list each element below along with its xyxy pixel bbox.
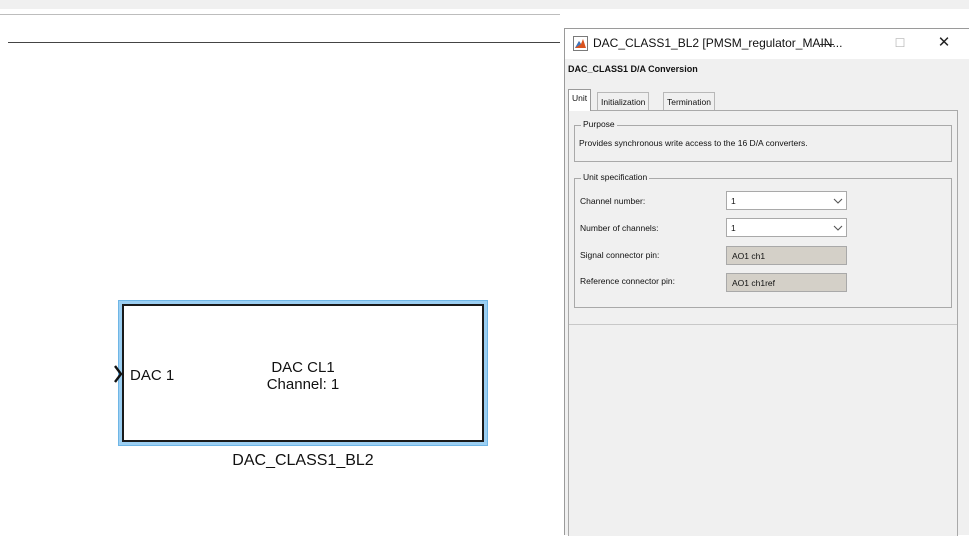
chevron-down-icon — [833, 225, 843, 231]
block-description: DAC CL1 Channel: 1 — [124, 359, 482, 393]
purpose-legend: Purpose — [581, 119, 617, 129]
unit-spec-legend: Unit specification — [581, 172, 650, 182]
tab-initialization[interactable]: Initialization — [597, 92, 650, 111]
channel-number-value: 1 — [731, 196, 736, 206]
matlab-icon — [573, 36, 588, 51]
reference-connector-pin-value: AO1 ch1ref — [732, 278, 775, 288]
unit-specification-group: Unit specification Channel number: 1 Num… — [574, 172, 952, 308]
close-button[interactable]: ✕ — [929, 30, 959, 56]
number-of-channels-select[interactable]: 1 — [726, 218, 847, 237]
number-of-channels-value: 1 — [731, 223, 736, 233]
signal-connector-pin-value: AO1 ch1 — [732, 251, 766, 261]
block-name[interactable]: DAC_CLASS1_BL2 — [118, 452, 488, 470]
dialog-titlebar[interactable]: DAC_CLASS1_BL2 [PMSM_regulator_MAIN... —… — [565, 29, 969, 59]
block-parameters-dialog: DAC_CLASS1_BL2 [PMSM_regulator_MAIN... —… — [564, 28, 969, 536]
maximize-button[interactable]: ☐ — [885, 30, 915, 56]
input-port-chevron-icon[interactable] — [113, 364, 123, 384]
block-channel-text: Channel: 1 — [266, 376, 340, 393]
block-heading: DAC_CLASS1 D/A Conversion — [568, 64, 698, 74]
minimize-button[interactable]: — — [812, 30, 842, 56]
dac-block[interactable]: DAC 1 DAC CL1 Channel: 1 — [122, 304, 484, 442]
unit-tab-panel: Purpose Provides synchronous write acces… — [568, 110, 958, 536]
panel-separator — [569, 324, 957, 325]
toolbar-strip — [0, 0, 969, 9]
purpose-text: Provides synchronous write access to the… — [579, 138, 808, 148]
signal-connector-pin-label: Signal connector pin: — [580, 250, 660, 260]
channel-number-select[interactable]: 1 — [726, 191, 847, 210]
channel-number-label: Channel number: — [580, 196, 646, 206]
chevron-down-icon — [833, 198, 843, 204]
tab-termination[interactable]: Termination — [663, 92, 715, 111]
tab-unit[interactable]: Unit — [568, 89, 592, 111]
signal-connector-pin-field: AO1 ch1 — [726, 246, 847, 265]
block-type-text: DAC CL1 — [271, 359, 335, 376]
reference-connector-pin-label: Reference connector pin: — [580, 276, 675, 286]
signal-line[interactable] — [8, 42, 560, 43]
number-of-channels-label: Number of channels: — [580, 223, 659, 233]
reference-connector-pin-field: AO1 ch1ref — [726, 273, 847, 292]
purpose-group: Purpose Provides synchronous write acces… — [574, 119, 952, 162]
canvas-top-border — [0, 14, 560, 15]
dialog-title: DAC_CLASS1_BL2 [PMSM_regulator_MAIN... — [593, 36, 843, 50]
